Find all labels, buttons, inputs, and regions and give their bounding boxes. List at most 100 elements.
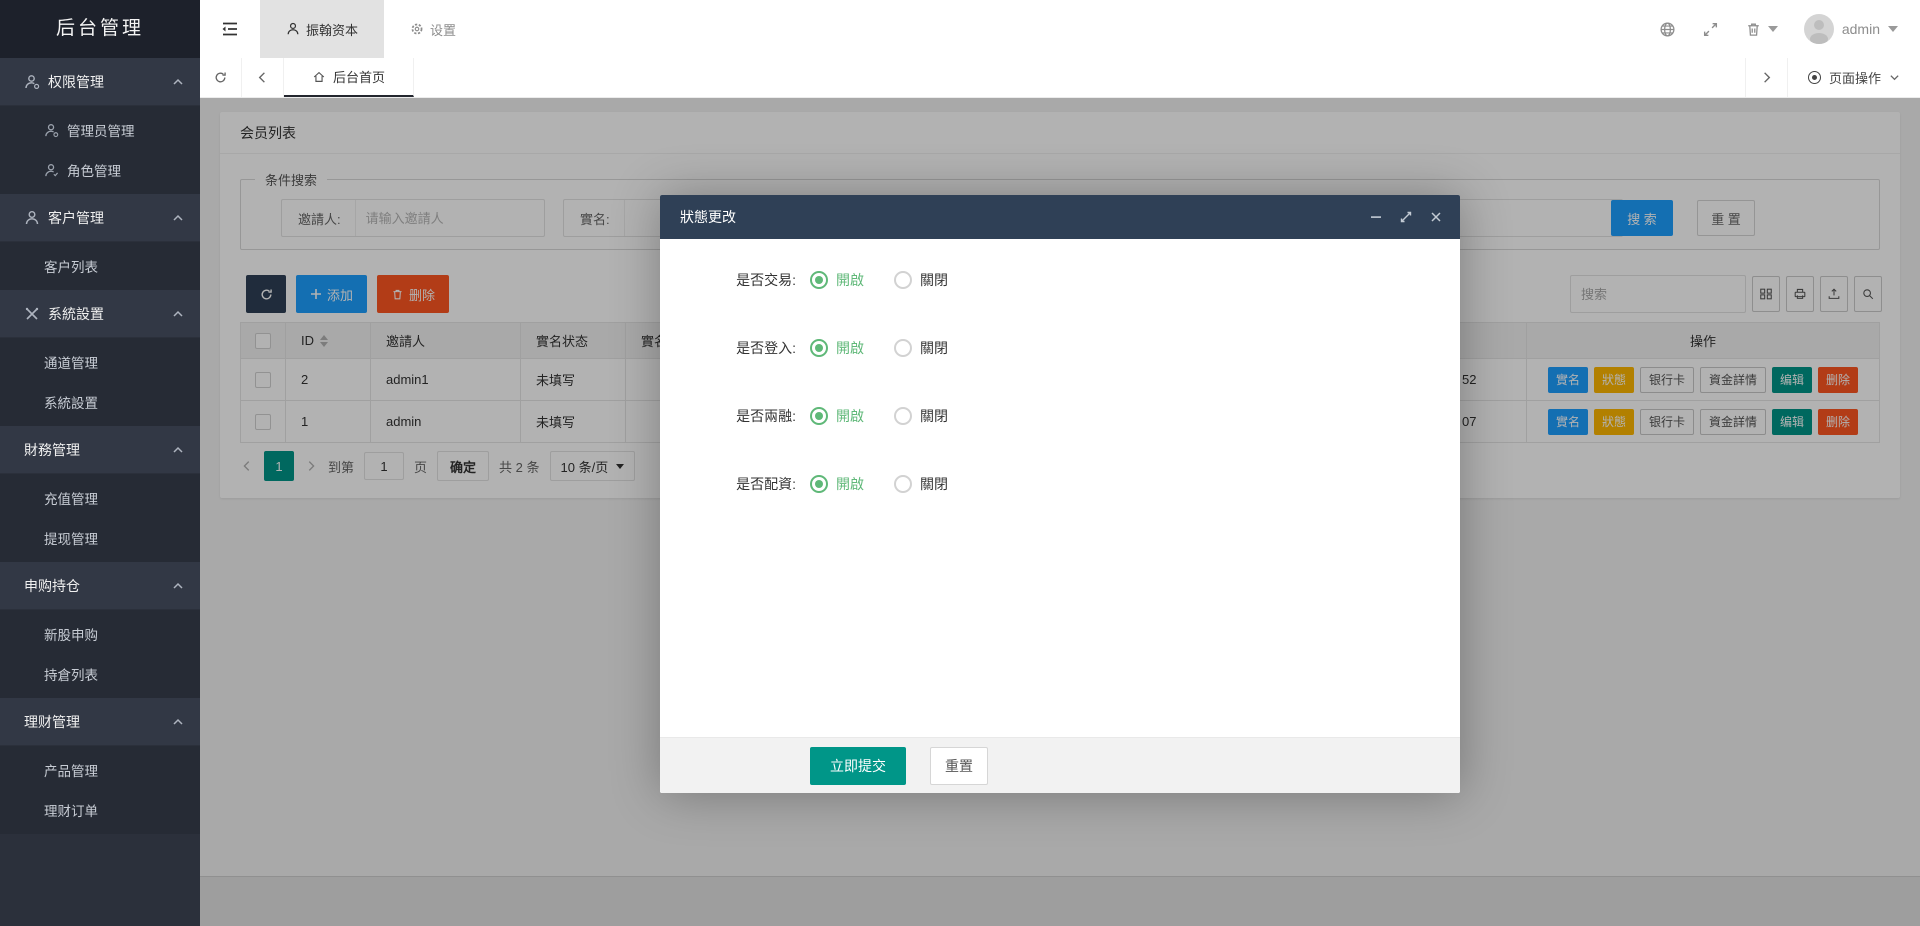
sidebar-group-subscription[interactable]: 申购持仓 xyxy=(0,562,200,610)
radio-off[interactable] xyxy=(894,475,912,493)
radio-off-label[interactable]: 關閉 xyxy=(920,406,948,426)
collapse-menu-icon[interactable] xyxy=(200,0,260,58)
sidebar-item-label: 新股申购 xyxy=(44,624,98,644)
user-icon xyxy=(286,22,300,36)
form-row-trade: 是否交易: 開啟 關閉 xyxy=(660,261,1460,299)
chevron-up-icon xyxy=(172,444,184,456)
sidebar-group-finance[interactable]: 財務管理 xyxy=(0,426,200,474)
top-tab-settings[interactable]: 设置 xyxy=(384,0,482,58)
field-label: 是否交易: xyxy=(660,270,796,290)
radio-on-label[interactable]: 開啟 xyxy=(836,338,864,358)
sidebar-item-position-list[interactable]: 持倉列表 xyxy=(0,654,200,694)
minimize-icon[interactable] xyxy=(1368,209,1384,225)
sidebar-item-label: 通道管理 xyxy=(44,352,98,372)
sidebar-item-new-stock[interactable]: 新股申购 xyxy=(0,614,200,654)
gear-icon xyxy=(410,22,424,36)
fullscreen-icon[interactable] xyxy=(1702,21,1719,38)
sidebar-group-system[interactable]: 系統設置 xyxy=(0,290,200,338)
top-tab-company[interactable]: 振翰资本 xyxy=(260,0,384,58)
sidebar-item-channel-manage[interactable]: 通道管理 xyxy=(0,342,200,382)
sidebar-group-label: 权限管理 xyxy=(48,72,172,92)
radio-on[interactable] xyxy=(810,475,828,493)
field-label: 是否兩融: xyxy=(660,406,796,426)
sidebar-item-system-settings[interactable]: 系統設置 xyxy=(0,382,200,422)
scroll-tabs-left-button[interactable] xyxy=(242,58,284,97)
radio-off[interactable] xyxy=(894,339,912,357)
sidebar-item-label: 管理员管理 xyxy=(67,120,135,140)
radio-on[interactable] xyxy=(810,339,828,357)
radio-on-label[interactable]: 開啟 xyxy=(836,474,864,494)
sidebar-group-customers[interactable]: 客户管理 xyxy=(0,194,200,242)
top-tab-label: 振翰资本 xyxy=(306,20,358,39)
sidebar-item-recharge-manage[interactable]: 充值管理 xyxy=(0,478,200,518)
sidebar-item-product-manage[interactable]: 产品管理 xyxy=(0,750,200,790)
top-header: 振翰资本 设置 admin xyxy=(200,0,1920,58)
close-icon[interactable] xyxy=(1428,209,1444,225)
sidebar-item-role-manage[interactable]: 角色管理 xyxy=(0,150,200,190)
sidebar-item-label: 角色管理 xyxy=(67,160,121,180)
chevron-up-icon xyxy=(172,580,184,592)
chevron-up-icon xyxy=(172,212,184,224)
sidebar-group-label: 理财管理 xyxy=(24,712,172,732)
trash-icon xyxy=(1745,21,1762,38)
sidebar-item-admin-manage[interactable]: 管理员管理 xyxy=(0,110,200,150)
sidebar-item-customer-list[interactable]: 客户列表 xyxy=(0,246,200,286)
page-operations-dropdown[interactable]: 页面操作 xyxy=(1787,58,1920,97)
radio-off-label[interactable]: 關閉 xyxy=(920,270,948,290)
user-menu[interactable]: admin xyxy=(1804,14,1898,44)
sidebar-group-wealth[interactable]: 理财管理 xyxy=(0,698,200,746)
sidebar-item-label: 客户列表 xyxy=(44,256,98,276)
modal-body: 是否交易: 開啟 關閉 是否登入: 開啟 關閉 是否兩融: xyxy=(660,239,1460,503)
refresh-tab-button[interactable] xyxy=(200,58,242,97)
user-check-icon xyxy=(44,163,59,178)
radio-on[interactable] xyxy=(810,271,828,289)
reset-button[interactable]: 重置 xyxy=(930,747,988,785)
tab-home-label: 后台首页 xyxy=(333,67,385,86)
user-gear-icon xyxy=(24,74,40,90)
home-icon xyxy=(312,70,326,84)
chevron-right-icon xyxy=(1759,70,1774,85)
radio-off-label[interactable]: 關閉 xyxy=(920,474,948,494)
sidebar-group-label: 申购持仓 xyxy=(24,576,172,596)
form-row-allocation: 是否配資: 開啟 關閉 xyxy=(660,465,1460,503)
sidebar-group-label: 財務管理 xyxy=(24,440,172,460)
status-change-modal: 狀態更改 是否交易: 開啟 關閉 是否登入: 開啟 關閉 xyxy=(660,195,1460,793)
submit-button[interactable]: 立即提交 xyxy=(810,747,906,785)
chevron-up-icon xyxy=(172,308,184,320)
sidebar-group-permissions[interactable]: 权限管理 xyxy=(0,58,200,106)
radio-off[interactable] xyxy=(894,407,912,425)
sidebar-item-label: 产品管理 xyxy=(44,760,98,780)
tab-home[interactable]: 后台首页 xyxy=(284,58,414,97)
modal-header[interactable]: 狀態更改 xyxy=(660,195,1460,239)
chevron-left-icon xyxy=(255,70,270,85)
restore-icon[interactable] xyxy=(1398,209,1414,225)
sidebar-item-label: 理财订单 xyxy=(44,800,98,820)
chevron-up-icon xyxy=(172,76,184,88)
chevron-up-icon xyxy=(172,716,184,728)
sidebar-item-label: 提现管理 xyxy=(44,528,98,548)
radio-on[interactable] xyxy=(810,407,828,425)
clear-cache-menu[interactable] xyxy=(1745,21,1778,38)
chevron-down-icon xyxy=(1889,72,1900,83)
sidebar-item-withdraw-manage[interactable]: 提现管理 xyxy=(0,518,200,558)
user-icon xyxy=(24,210,40,226)
scroll-tabs-right-button[interactable] xyxy=(1745,58,1787,97)
sidebar-group-label: 系統設置 xyxy=(48,304,172,324)
sidebar-item-label: 系統設置 xyxy=(44,392,98,412)
tools-icon xyxy=(24,306,40,322)
user-gear-icon xyxy=(44,123,59,138)
globe-icon[interactable] xyxy=(1659,21,1676,38)
app-logo: 后台管理 xyxy=(0,0,200,58)
sidebar-item-label: 充值管理 xyxy=(44,488,98,508)
radio-on-label[interactable]: 開啟 xyxy=(836,270,864,290)
sidebar-item-wealth-orders[interactable]: 理财订单 xyxy=(0,790,200,830)
top-tab-label: 设置 xyxy=(430,20,456,39)
radio-on-label[interactable]: 開啟 xyxy=(836,406,864,426)
caret-down-icon xyxy=(1888,26,1898,32)
admin-username: admin xyxy=(1842,21,1880,37)
modal-footer: 立即提交 重置 xyxy=(660,737,1460,793)
radio-off[interactable] xyxy=(894,271,912,289)
avatar xyxy=(1804,14,1834,44)
sidebar-item-label: 持倉列表 xyxy=(44,664,98,684)
radio-off-label[interactable]: 關閉 xyxy=(920,338,948,358)
